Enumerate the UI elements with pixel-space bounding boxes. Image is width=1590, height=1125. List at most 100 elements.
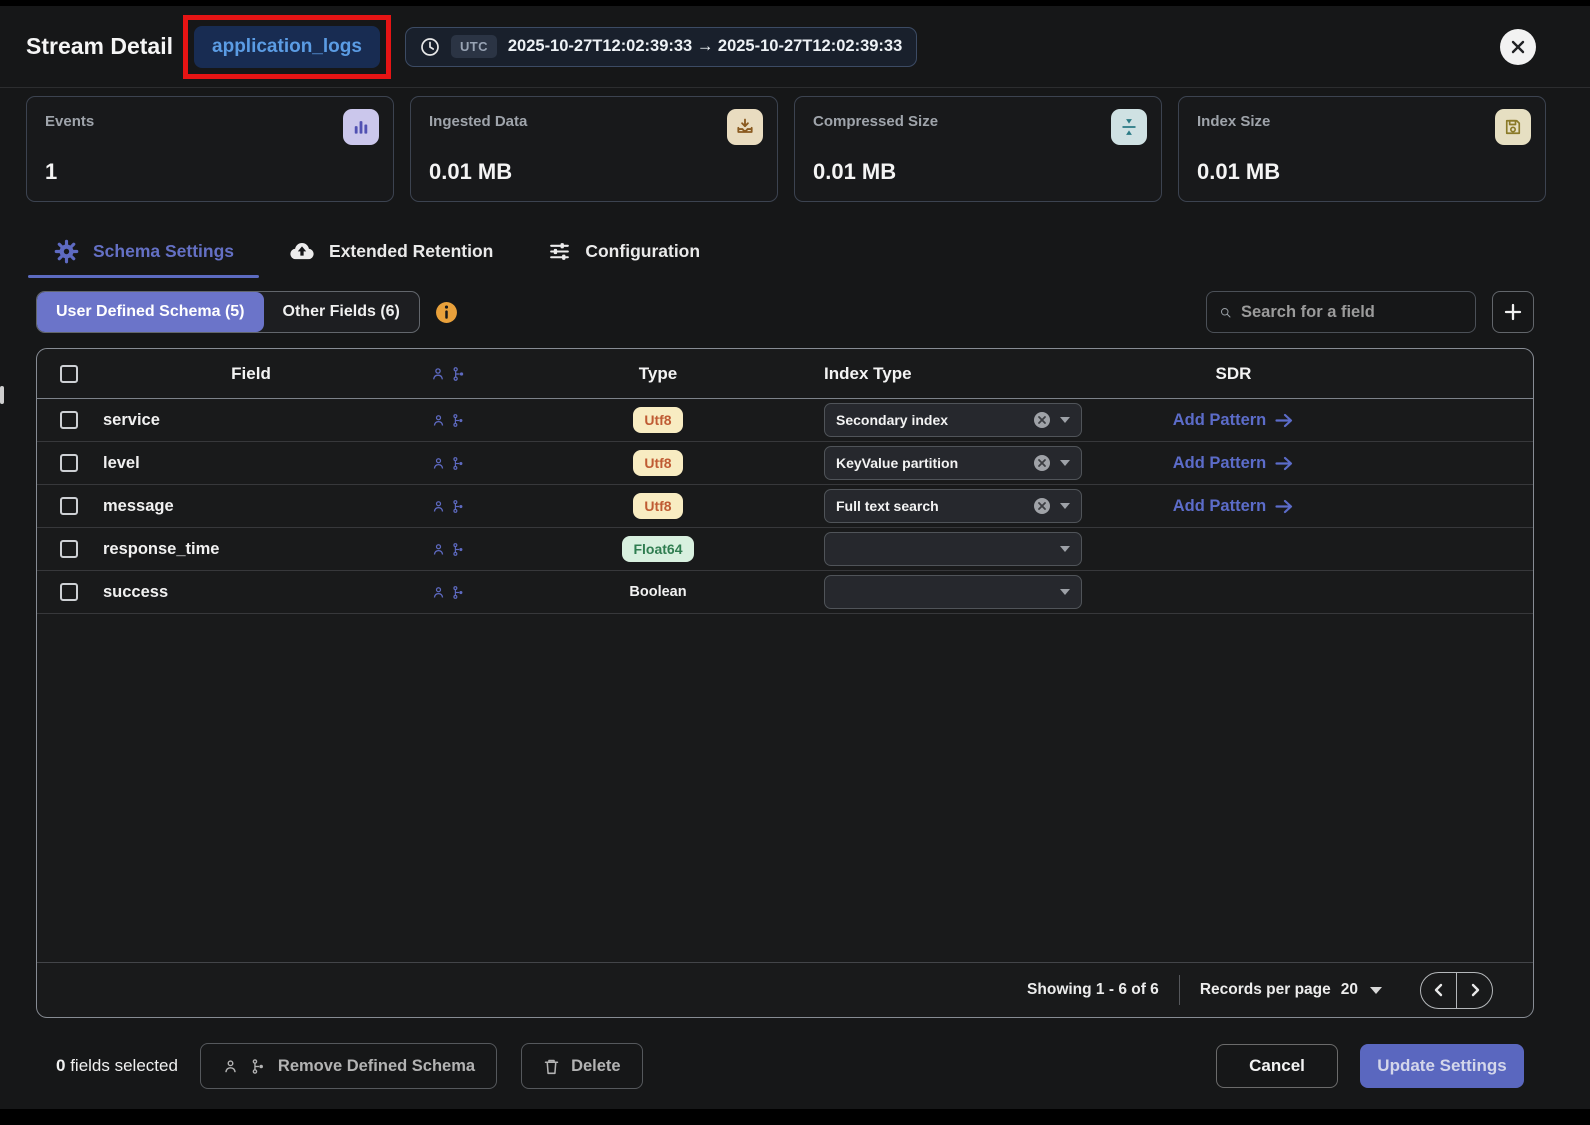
chevron-down-icon bbox=[1060, 589, 1070, 595]
tab-label: Configuration bbox=[585, 241, 700, 262]
arrow-right-icon bbox=[1275, 456, 1294, 471]
user-icon bbox=[222, 1058, 239, 1075]
tab-configuration[interactable]: Configuration bbox=[520, 224, 727, 278]
column-sdr: SDR bbox=[1146, 364, 1321, 384]
close-icon bbox=[1510, 39, 1526, 55]
add-field-button[interactable] bbox=[1492, 291, 1534, 333]
tab-label: Extended Retention bbox=[329, 241, 493, 262]
tab-other-fields[interactable]: Other Fields (6) bbox=[264, 292, 419, 332]
schema-table: Field Type Index Type SDR bbox=[36, 348, 1534, 1018]
table-row[interactable]: response_time Float64 bbox=[37, 528, 1533, 571]
table-row[interactable]: message Utf8 Full text search bbox=[37, 485, 1533, 528]
utc-badge: UTC bbox=[451, 35, 497, 58]
prev-page-button[interactable] bbox=[1421, 973, 1457, 1008]
user-icon bbox=[431, 456, 446, 471]
index-type-select[interactable]: Secondary index bbox=[824, 403, 1082, 437]
clear-icon[interactable] bbox=[1033, 454, 1051, 472]
row-checkbox[interactable] bbox=[60, 454, 78, 472]
plus-icon bbox=[1503, 302, 1523, 322]
clear-icon[interactable] bbox=[1033, 497, 1051, 515]
user-icon bbox=[430, 366, 446, 382]
sdr-add-pattern-link[interactable]: Add Pattern bbox=[1173, 411, 1295, 430]
schema-icon bbox=[451, 585, 466, 600]
schema-icon bbox=[451, 542, 466, 557]
chevron-down-icon bbox=[1060, 417, 1070, 423]
type-chip: Utf8 bbox=[633, 493, 682, 519]
sdr-label: Add Pattern bbox=[1173, 411, 1267, 430]
table-body: service Utf8 Secondary index bbox=[37, 399, 1533, 962]
row-checkbox[interactable] bbox=[60, 583, 78, 601]
row-checkbox[interactable] bbox=[60, 497, 78, 515]
stream-name-button[interactable]: application_logs bbox=[194, 26, 380, 68]
user-icon bbox=[431, 499, 446, 514]
cancel-button[interactable]: Cancel bbox=[1216, 1044, 1338, 1088]
schema-icon bbox=[451, 456, 466, 471]
cloud-upload-icon bbox=[288, 237, 316, 265]
column-index-type: Index Type bbox=[821, 364, 1146, 384]
user-icon bbox=[431, 585, 446, 600]
tab-label: Schema Settings bbox=[93, 241, 234, 262]
sdr-add-pattern-link[interactable]: Add Pattern bbox=[1173, 454, 1295, 473]
table-header: Field Type Index Type SDR bbox=[37, 349, 1533, 399]
card-value: 0.01 MB bbox=[813, 159, 896, 185]
index-size-card: Index Size 0.01 MB bbox=[1178, 96, 1546, 202]
remove-defined-schema-button[interactable]: Remove Defined Schema bbox=[200, 1043, 497, 1089]
table-row[interactable]: success Boolean bbox=[37, 571, 1533, 614]
sdr-add-pattern-link[interactable]: Add Pattern bbox=[1173, 497, 1295, 516]
time-range-text: 2025-10-27T12:02:39:33 → 2025-10-27T12:0… bbox=[508, 37, 902, 56]
card-value: 1 bbox=[45, 159, 57, 185]
field-name: response_time bbox=[101, 540, 219, 559]
tab-schema-settings[interactable]: Schema Settings bbox=[26, 224, 261, 278]
update-settings-button[interactable]: Update Settings bbox=[1360, 1044, 1524, 1088]
tab-extended-retention[interactable]: Extended Retention bbox=[261, 224, 520, 278]
select-all-checkbox[interactable] bbox=[60, 365, 78, 383]
stats-cards: Events 1 Ingested Data 0.01 MB Compresse… bbox=[26, 96, 1546, 202]
delete-label: Delete bbox=[571, 1057, 621, 1076]
column-type: Type bbox=[495, 364, 821, 384]
type-chip: Boolean bbox=[629, 584, 686, 600]
chevron-right-icon bbox=[1468, 983, 1482, 997]
compressed-size-card: Compressed Size 0.01 MB bbox=[794, 96, 1162, 202]
table-row[interactable]: service Utf8 Secondary index bbox=[37, 399, 1533, 442]
field-name: message bbox=[101, 497, 174, 516]
index-type-select[interactable] bbox=[824, 575, 1082, 609]
ingested-data-card: Ingested Data 0.01 MB bbox=[410, 96, 778, 202]
table-row[interactable]: level Utf8 KeyValue partition bbox=[37, 442, 1533, 485]
field-name: level bbox=[101, 454, 140, 473]
schema-toolbar: User Defined Schema (5) Other Fields (6) bbox=[36, 290, 1534, 334]
tune-icon bbox=[547, 239, 572, 264]
records-per-page-select[interactable]: Records per page 20 bbox=[1200, 981, 1382, 999]
records-per-page-value: 20 bbox=[1341, 981, 1358, 999]
search-input[interactable] bbox=[1241, 303, 1462, 322]
clear-icon[interactable] bbox=[1033, 411, 1051, 429]
index-type-select[interactable] bbox=[824, 532, 1082, 566]
scrollbar-thumb[interactable] bbox=[0, 386, 4, 404]
schema-icon bbox=[250, 1058, 267, 1075]
index-type-select[interactable]: KeyValue partition bbox=[824, 446, 1082, 480]
page-title: Stream Detail bbox=[26, 33, 173, 60]
card-label: Compressed Size bbox=[813, 113, 1143, 130]
card-label: Ingested Data bbox=[429, 113, 759, 130]
cancel-label: Cancel bbox=[1249, 1056, 1305, 1076]
row-checkbox[interactable] bbox=[60, 540, 78, 558]
field-name: success bbox=[101, 583, 168, 602]
type-chip: Utf8 bbox=[633, 407, 682, 433]
time-range-button[interactable]: UTC 2025-10-27T12:02:39:33 → 2025-10-27T… bbox=[405, 27, 917, 67]
close-button[interactable] bbox=[1500, 29, 1536, 65]
bar-chart-icon bbox=[343, 109, 379, 145]
tab-user-defined-schema[interactable]: User Defined Schema (5) bbox=[37, 292, 264, 332]
save-icon bbox=[1495, 109, 1531, 145]
delete-button[interactable]: Delete bbox=[521, 1043, 643, 1089]
card-value: 0.01 MB bbox=[1197, 159, 1280, 185]
row-checkbox[interactable] bbox=[60, 411, 78, 429]
schema-icon bbox=[451, 413, 466, 428]
index-type-value: KeyValue partition bbox=[836, 455, 1024, 471]
info-icon[interactable] bbox=[435, 301, 458, 324]
card-value: 0.01 MB bbox=[429, 159, 512, 185]
next-page-button[interactable] bbox=[1457, 973, 1492, 1008]
index-type-value: Secondary index bbox=[836, 412, 1024, 428]
pagination-controls bbox=[1420, 972, 1493, 1009]
selected-count-text: 0 fields selected bbox=[56, 1056, 178, 1076]
index-type-select[interactable]: Full text search bbox=[824, 489, 1082, 523]
user-icon bbox=[431, 413, 446, 428]
